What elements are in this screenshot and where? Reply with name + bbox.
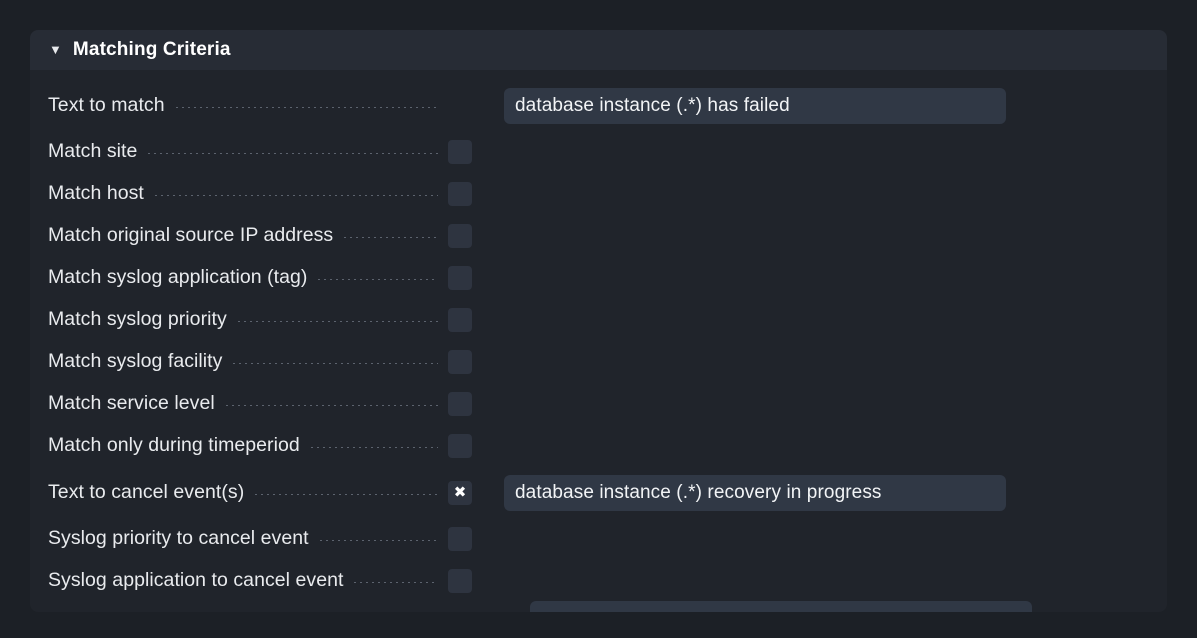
row-match-syslog-facility: Match syslog facility ✖ — [30, 341, 1167, 383]
match-service-level-checkbox[interactable]: ✖ — [448, 392, 472, 416]
control-cell: ✖ — [438, 350, 500, 374]
match-syslog-priority-checkbox[interactable]: ✖ — [448, 308, 472, 332]
match-site-checkbox[interactable]: ✖ — [448, 140, 472, 164]
label-cell: Match host — [48, 182, 438, 205]
control-cell: ✖ — [438, 140, 500, 164]
row-match-only-during-timeperiod: Match only during timeperiod ✖ — [30, 425, 1167, 467]
row-label: Match host — [48, 182, 144, 205]
row-syslog-priority-to-cancel-event: Syslog priority to cancel event ✖ — [30, 518, 1167, 560]
row-text-to-cancel-events: Text to cancel event(s) ✖ — [30, 467, 1167, 518]
match-syslog-facility-checkbox[interactable]: ✖ — [448, 350, 472, 374]
label-cell: Match only during timeperiod — [48, 434, 438, 457]
row-label: Syslog application to cancel event — [48, 569, 344, 592]
dotted-leader — [308, 447, 438, 449]
panel-body: Text to match Match site ✖ — [30, 70, 1167, 612]
control-cell: ✖ — [438, 480, 500, 505]
row-match-original-source-ip: Match original source IP address ✖ — [30, 215, 1167, 257]
panel-header[interactable]: ▼ Matching Criteria — [30, 30, 1167, 70]
matching-criteria-panel: ▼ Matching Criteria Text to match Match … — [30, 30, 1167, 612]
text-to-match-input[interactable] — [504, 87, 1006, 124]
row-label: Match syslog priority — [48, 308, 227, 331]
dotted-leader — [173, 106, 438, 108]
row-match-service-level: Match service level ✖ — [30, 383, 1167, 425]
label-cell: Text to cancel event(s) — [48, 481, 438, 504]
dotted-leader — [231, 363, 438, 365]
control-cell: ✖ — [438, 569, 500, 593]
match-host-checkbox[interactable]: ✖ — [448, 182, 472, 206]
control-cell: ✖ — [438, 308, 500, 332]
label-cell: Match syslog application (tag) — [48, 266, 438, 289]
dotted-leader — [235, 321, 438, 323]
label-cell: Match service level — [48, 392, 438, 415]
row-label: Match original source IP address — [48, 224, 334, 247]
control-cell: ✖ — [438, 527, 500, 551]
chevron-down-icon[interactable]: ▼ — [49, 43, 62, 56]
text-to-cancel-events-input[interactable] — [504, 474, 1006, 511]
text-to-cancel-events-checkbox[interactable]: ✖ — [448, 480, 472, 505]
control-cell: ✖ — [438, 392, 500, 416]
syslog-application-to-cancel-event-checkbox[interactable]: ✖ — [448, 569, 472, 593]
row-label: Match service level — [48, 392, 215, 415]
dotted-leader — [253, 493, 438, 495]
control-cell: ✖ — [438, 434, 500, 458]
label-cell: Match original source IP address — [48, 224, 438, 247]
row-text-to-match: Text to match — [30, 80, 1167, 131]
dotted-leader — [152, 195, 438, 197]
row-match-syslog-priority: Match syslog priority ✖ — [30, 299, 1167, 341]
checkmark-icon: ✖ — [453, 483, 467, 501]
clipped-next-input[interactable] — [530, 601, 1032, 612]
row-label: Text to match — [48, 93, 165, 116]
panel-title: Matching Criteria — [72, 39, 231, 60]
input-cell — [500, 474, 1167, 511]
label-cell: Match syslog priority — [48, 308, 438, 331]
row-label: Match site — [48, 140, 138, 163]
control-cell: ✖ — [438, 266, 500, 290]
row-label: Match syslog application (tag) — [48, 266, 308, 289]
row-match-host: Match host ✖ — [30, 173, 1167, 215]
label-cell: Text to match — [48, 94, 438, 117]
row-label: Match only during timeperiod — [48, 434, 300, 457]
input-cell — [500, 87, 1167, 124]
dotted-leader — [352, 582, 438, 584]
row-match-syslog-application: Match syslog application (tag) ✖ — [30, 257, 1167, 299]
control-cell: ✖ — [438, 182, 500, 206]
match-original-source-ip-checkbox[interactable]: ✖ — [448, 224, 472, 248]
dotted-leader — [146, 153, 438, 155]
page-root: ▼ Matching Criteria Text to match Match … — [0, 0, 1197, 638]
row-label: Match syslog facility — [48, 350, 223, 373]
dotted-leader — [223, 405, 438, 407]
label-cell: Syslog priority to cancel event — [48, 527, 438, 550]
dotted-leader — [317, 540, 438, 542]
label-cell: Match site — [48, 140, 438, 163]
row-syslog-application-to-cancel-event: Syslog application to cancel event ✖ — [30, 560, 1167, 602]
label-cell: Match syslog facility — [48, 350, 438, 373]
row-match-site: Match site ✖ — [30, 131, 1167, 173]
match-only-during-timeperiod-checkbox[interactable]: ✖ — [448, 434, 472, 458]
dotted-leader — [342, 237, 438, 239]
label-cell: Syslog application to cancel event — [48, 569, 438, 592]
control-cell: ✖ — [438, 224, 500, 248]
dotted-leader — [316, 279, 438, 281]
match-syslog-application-checkbox[interactable]: ✖ — [448, 266, 472, 290]
syslog-priority-to-cancel-event-checkbox[interactable]: ✖ — [448, 527, 472, 551]
row-label: Text to cancel event(s) — [48, 480, 245, 503]
row-label: Syslog priority to cancel event — [48, 527, 309, 550]
